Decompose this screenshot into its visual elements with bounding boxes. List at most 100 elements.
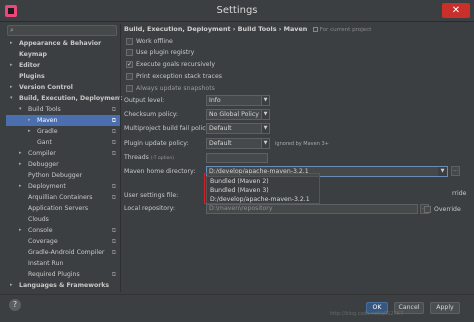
sidebar-item-label: Plugins <box>19 73 45 80</box>
chevron-right-icon[interactable]: ▸ <box>19 225 22 236</box>
sidebar-item[interactable]: ▸ Editor <box>6 60 120 71</box>
sidebar-item-label: Keymap <box>19 51 47 58</box>
sidebar-item[interactable]: ▸ Appearance & Behavior <box>6 38 120 49</box>
chevron-down-icon: ▼ <box>261 110 269 119</box>
sidebar-item[interactable]: ▸ Deployment ⧉ <box>6 181 120 192</box>
close-button[interactable]: ✕ <box>442 3 470 18</box>
checkbox-box[interactable] <box>126 73 133 80</box>
sidebar-item[interactable]: Gant ⧉ <box>6 137 120 148</box>
chevron-right-icon[interactable]: ▸ <box>10 280 13 291</box>
threads-input[interactable] <box>206 153 268 163</box>
search-input[interactable]: ⌕ <box>7 25 117 36</box>
chevron-right-icon[interactable]: ▸ <box>10 60 13 71</box>
checkmark-icon[interactable]: ✓ <box>126 61 133 68</box>
local-repository-field[interactable]: D:\maven\repository <box>206 204 418 214</box>
sidebar-item-label: Application Servers <box>28 205 89 212</box>
local-repository-label: Local repository: <box>124 205 175 212</box>
project-scope-icon: ⧉ <box>111 183 116 190</box>
threads-label: Threads (-T option) <box>124 154 174 161</box>
checkbox-box[interactable] <box>126 49 133 56</box>
sidebar-item-label: Languages & Frameworks <box>19 282 110 289</box>
sidebar-item[interactable]: ▸ Languages & Frameworks <box>6 280 120 291</box>
project-scope-icon: ⧉ <box>111 271 116 278</box>
sidebar-item[interactable]: Keymap <box>6 49 120 60</box>
sidebar-item-label: Build, Execution, Deployment <box>19 95 123 102</box>
chevron-right-icon[interactable]: ▸ <box>10 38 13 49</box>
sidebar-item-label: Arquillian Containers <box>28 194 93 201</box>
sidebar-item-label: Deployment <box>28 183 66 190</box>
sidebar-item-label: Compiler <box>28 150 56 157</box>
sidebar-item[interactable]: Plugins <box>6 71 120 82</box>
settings-sidebar: ⌕ ▸ Appearance & Behavior Keymap ▸ Editor Plu… <box>6 24 123 292</box>
maven3-hint: ignored by Maven 3+ <box>275 141 329 147</box>
checksum-policy-select[interactable]: No Global Policy ▼ <box>206 109 270 120</box>
plugin-update-select[interactable]: Default ▼ <box>206 138 270 149</box>
sidebar-item-label: Coverage <box>28 238 58 245</box>
sidebar-item[interactable]: Instant Run <box>6 258 120 269</box>
title-bar: Settings ✕ <box>0 0 474 22</box>
sidebar-item[interactable]: ▸ Version Control <box>6 82 120 93</box>
chevron-down-icon[interactable]: ▾ <box>19 104 22 115</box>
browse-maven-home-button[interactable]: … <box>451 166 460 176</box>
project-scope-icon: ⧉ <box>111 128 116 135</box>
sidebar-item-label: Python Debugger <box>28 172 83 179</box>
sidebar-item-label: Version Control <box>19 84 73 91</box>
plugin-update-label: Plugin update policy: <box>124 140 189 147</box>
sidebar-item[interactable]: Python Debugger <box>6 170 120 181</box>
project-scope-icon: ⧉ <box>111 238 116 245</box>
checkbox-box[interactable] <box>126 85 133 92</box>
multiproject-policy-select[interactable]: Default ▼ <box>206 123 270 134</box>
project-scope-icon: ⧉ <box>111 139 116 146</box>
sidebar-item[interactable]: ▾ Build, Execution, Deployment <box>6 93 123 104</box>
checkbox-box[interactable] <box>126 38 133 45</box>
sidebar-item-label: Editor <box>19 62 41 69</box>
breadcrumb: Build, Execution, Deployment › Build Too… <box>124 25 371 33</box>
project-icon <box>312 26 318 32</box>
footer-divider <box>0 294 474 295</box>
sidebar-item-label: Appearance & Behavior <box>19 40 102 47</box>
checkbox-box[interactable] <box>424 206 431 213</box>
chevron-right-icon[interactable]: ▸ <box>10 82 13 93</box>
highlight-annotation <box>204 173 320 204</box>
sidebar-item[interactable]: Gradle-Android Compiler ⧉ <box>6 247 120 258</box>
scope-note: For current project <box>319 27 372 33</box>
chevron-right-icon[interactable]: ▸ <box>19 181 22 192</box>
sidebar-item-label: Build Tools <box>28 106 61 113</box>
sidebar-item[interactable]: ▾ Build Tools ⧉ <box>6 104 120 115</box>
chevron-down-icon[interactable]: ▾ <box>10 93 13 104</box>
chevron-right-icon[interactable]: ▸ <box>19 159 22 170</box>
help-icon[interactable]: ? <box>9 299 21 311</box>
project-scope-icon: ⧉ <box>111 249 116 256</box>
sidebar-item-label: Instant Run <box>28 260 64 267</box>
sidebar-item[interactable]: ▸ Console ⧉ <box>6 225 120 236</box>
sidebar-item[interactable]: ▸ Gradle ⧉ <box>6 126 120 137</box>
sidebar-item[interactable]: Clouds <box>6 214 120 225</box>
sidebar-item[interactable]: ▸ Compiler ⧉ <box>6 148 120 159</box>
sidebar-item[interactable]: Coverage ⧉ <box>6 236 120 247</box>
output-level-select[interactable]: Info ▼ <box>206 95 270 106</box>
sidebar-item[interactable]: Application Servers <box>6 203 120 214</box>
chevron-right-icon[interactable]: ▸ <box>28 115 31 126</box>
checksum-policy-label: Checksum policy: <box>124 111 179 118</box>
output-level-label: Output level: <box>124 97 165 104</box>
sidebar-item-label: Gradle-Android Compiler <box>28 249 105 256</box>
sidebar-item[interactable]: Arquillian Containers ⧉ <box>6 192 120 203</box>
sidebar-item-label: Gradle <box>37 128 58 135</box>
breadcrumb-path: Build, Execution, Deployment › Build Too… <box>124 25 308 33</box>
settings-tree: ▸ Appearance & Behavior Keymap ▸ Editor Plugi… <box>6 38 123 291</box>
chevron-right-icon[interactable]: ▸ <box>19 148 22 159</box>
window-title: Settings <box>216 5 258 16</box>
multiproject-policy-label: Multiproject build fail policy: <box>124 125 211 132</box>
sidebar-item[interactable]: ▸ Maven ⧉ <box>6 115 120 126</box>
chevron-down-icon: ▼ <box>261 96 269 105</box>
chevron-right-icon[interactable]: ▸ <box>28 126 31 137</box>
sidebar-item[interactable]: ▸ Debugger <box>6 159 120 170</box>
panel-divider[interactable] <box>120 24 121 292</box>
apply-button[interactable]: Apply <box>430 302 460 314</box>
override-settings-text: rride <box>452 190 467 197</box>
sidebar-item[interactable]: Required Plugins ⧉ <box>6 269 120 280</box>
sidebar-item-label: Debugger <box>28 161 59 168</box>
watermark: http://blog.csdn.net/u012767 <box>330 311 404 317</box>
project-scope-icon: ⧉ <box>111 227 116 234</box>
chevron-down-icon: ▼ <box>261 139 269 148</box>
